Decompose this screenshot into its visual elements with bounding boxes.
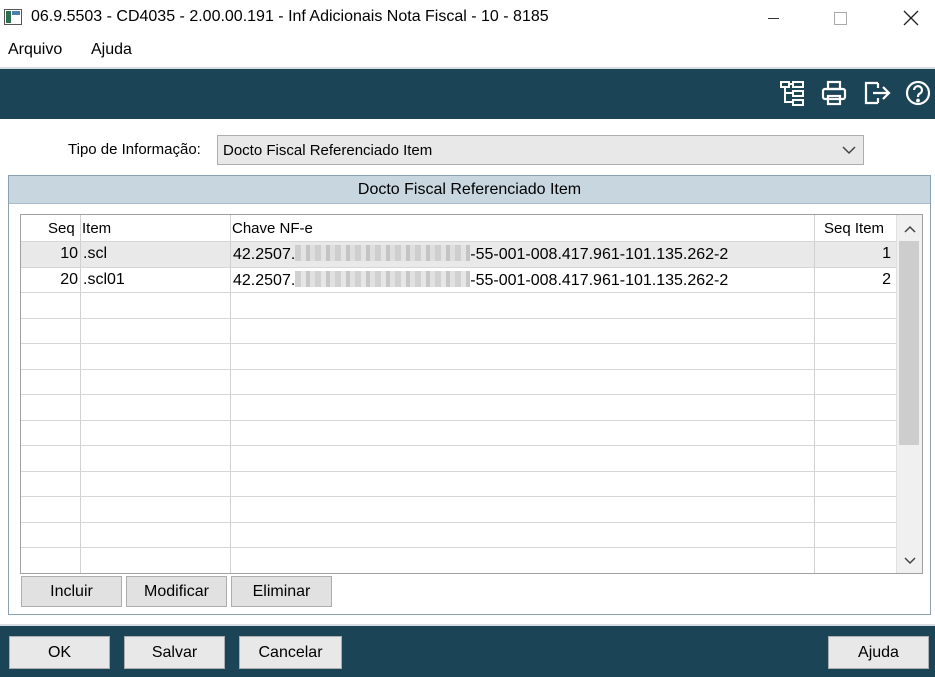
chevron-up-icon[interactable] bbox=[897, 217, 922, 241]
toolbar bbox=[0, 67, 935, 119]
items-table[interactable]: Seq Item Chave NF-e Seq Item 10 .scl 42.… bbox=[20, 214, 923, 574]
column-header-chave[interactable]: Chave NF-e bbox=[232, 220, 313, 237]
app-icon bbox=[4, 9, 22, 25]
menu-bar: Arquivo Ajuda bbox=[0, 38, 935, 64]
tipo-select[interactable]: Docto Fiscal Referenciado Item bbox=[217, 135, 864, 165]
cell-chave: 42.2507. -55-001-008.417.961-101.135.262-… bbox=[233, 245, 729, 263]
ajuda-button[interactable]: Ajuda bbox=[828, 636, 929, 669]
maximize-icon[interactable] bbox=[817, 0, 863, 36]
eliminar-button[interactable]: Eliminar bbox=[231, 576, 332, 607]
cancelar-button[interactable]: Cancelar bbox=[239, 636, 342, 669]
cell-seq-item: 2 bbox=[882, 271, 891, 288]
cell-chave: 42.2507. -55-001-008.417.961-101.135.262-… bbox=[233, 271, 729, 289]
menu-arquivo[interactable]: Arquivo bbox=[8, 41, 62, 59]
vertical-scrollbar[interactable] bbox=[896, 215, 922, 573]
cell-item: .scl bbox=[83, 245, 107, 262]
redacted-block bbox=[295, 271, 471, 287]
print-icon[interactable] bbox=[820, 79, 848, 107]
ok-button[interactable]: OK bbox=[9, 636, 110, 669]
column-header-item[interactable]: Item bbox=[82, 220, 111, 237]
scrollbar-thumb[interactable] bbox=[899, 241, 919, 445]
title-bar: 06.9.5503 - CD4035 - 2.00.00.191 - Inf A… bbox=[0, 0, 935, 36]
window-title: 06.9.5503 - CD4035 - 2.00.00.191 - Inf A… bbox=[31, 8, 549, 25]
menu-ajuda[interactable]: Ajuda bbox=[91, 41, 132, 59]
redacted-block bbox=[295, 245, 471, 261]
chevron-down-icon bbox=[841, 142, 857, 158]
cell-seq-item: 1 bbox=[882, 245, 891, 262]
panel-title: Docto Fiscal Referenciado Item bbox=[9, 176, 930, 204]
chevron-down-icon[interactable] bbox=[897, 549, 922, 573]
tree-structure-icon[interactable] bbox=[778, 79, 806, 107]
tipo-label: Tipo de Informação: bbox=[68, 141, 201, 158]
minimize-icon[interactable] bbox=[750, 0, 796, 36]
column-header-seq[interactable]: Seq bbox=[48, 220, 75, 237]
footer-bar: OK Salvar Cancelar Ajuda bbox=[0, 624, 935, 677]
tipo-select-value: Docto Fiscal Referenciado Item bbox=[223, 142, 433, 159]
modificar-button[interactable]: Modificar bbox=[126, 576, 227, 607]
salvar-button[interactable]: Salvar bbox=[124, 636, 225, 669]
incluir-button[interactable]: Incluir bbox=[21, 576, 122, 607]
column-header-seq-item[interactable]: Seq Item bbox=[824, 220, 884, 237]
cell-seq: 10 bbox=[60, 245, 78, 262]
cell-item: .scl01 bbox=[83, 271, 125, 288]
help-icon[interactable] bbox=[904, 79, 932, 107]
exit-icon[interactable] bbox=[862, 79, 891, 107]
close-icon[interactable] bbox=[888, 0, 934, 36]
cell-seq: 20 bbox=[60, 271, 78, 288]
